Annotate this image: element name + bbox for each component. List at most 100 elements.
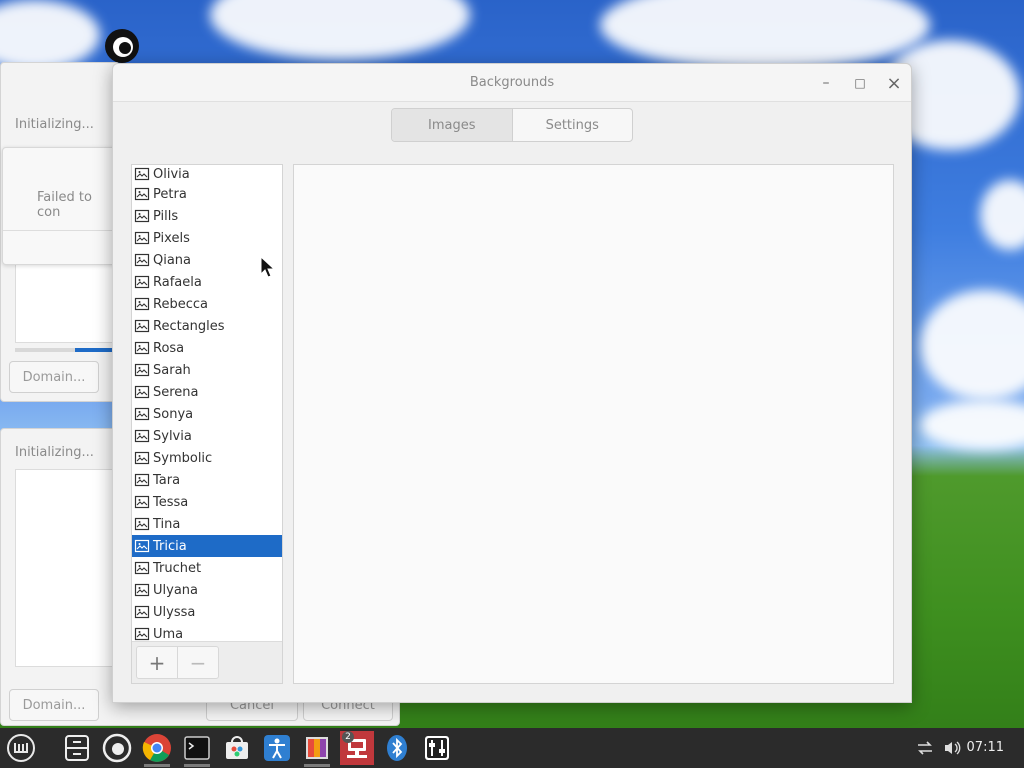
backgrounds-icon: [306, 737, 328, 759]
status-label: Initializing...: [15, 445, 94, 460]
tab-settings[interactable]: Settings: [513, 109, 633, 141]
taskbar-app-firefox[interactable]: [100, 731, 134, 765]
image-file-icon: [134, 604, 153, 620]
image-file-icon: [134, 538, 153, 554]
taskbar-app-accessibility[interactable]: [260, 731, 294, 765]
list-item-label: Ulyssa: [153, 604, 196, 620]
image-file-icon: [134, 186, 153, 202]
menu-button[interactable]: [4, 731, 38, 765]
minus-icon: −: [189, 650, 207, 675]
list-item[interactable]: Petra: [132, 183, 282, 205]
close-icon: ×: [886, 72, 902, 94]
taskbar-app-bluetooth[interactable]: [380, 731, 414, 765]
status-area: [15, 469, 125, 667]
list-item[interactable]: Ulyssa: [132, 601, 282, 623]
list-item[interactable]: Tricia: [132, 535, 282, 557]
list-item-label: Tina: [153, 516, 181, 532]
image-file-icon: [134, 406, 153, 422]
list-item-label: Rafaela: [153, 274, 202, 290]
list-item-label: Tara: [153, 472, 181, 488]
list-item[interactable]: Ulyana: [132, 579, 282, 601]
firefox-icon: [102, 733, 132, 763]
plus-icon: +: [148, 650, 166, 675]
list-item-label: Rebecca: [153, 296, 208, 312]
tab-images[interactable]: Images: [392, 109, 513, 141]
list-item[interactable]: Sonya: [132, 403, 282, 425]
cloud: [600, 0, 930, 70]
close-button[interactable]: ×: [883, 72, 905, 94]
list-item-label: Tessa: [153, 494, 189, 510]
image-file-icon: [134, 230, 153, 246]
background-preview-area[interactable]: [293, 164, 894, 684]
status-area: [15, 263, 125, 343]
list-item-label: Sylvia: [153, 428, 192, 444]
mint-menu-icon: [7, 734, 35, 762]
terminal-icon: [184, 736, 210, 760]
firefox-desktop-icon[interactable]: [102, 26, 142, 66]
image-file-icon: [134, 582, 153, 598]
remove-button[interactable]: −: [177, 646, 219, 679]
mouse-pointer-icon: [260, 255, 276, 282]
taskbar-app-terminal[interactable]: [180, 731, 214, 767]
list-item-label: Uma: [153, 626, 184, 642]
image-file-icon: [134, 626, 153, 641]
cloud: [920, 290, 1024, 400]
list-item[interactable]: Tara: [132, 469, 282, 491]
status-label: Initializing...: [15, 117, 94, 132]
list-item[interactable]: Olivia: [132, 165, 282, 183]
settings-icon: [425, 736, 449, 760]
accessibility-icon: [264, 735, 290, 761]
backgrounds-list[interactable]: Olivia Petra Pills Pixels Qiana Rafaela Rebecc…: [132, 165, 282, 641]
list-item[interactable]: Serena: [132, 381, 282, 403]
window-title: Backgrounds: [469, 75, 555, 90]
taskbar-app-backgrounds[interactable]: [300, 731, 334, 767]
domain-button[interactable]: Domain...: [9, 689, 99, 721]
list-item-label: Qiana: [153, 252, 192, 268]
maximize-button[interactable]: □: [849, 72, 871, 94]
list-item[interactable]: Symbolic: [132, 447, 282, 469]
error-dialog: Failed to con: [2, 147, 118, 265]
view-switcher: Images Settings: [391, 108, 633, 142]
list-item[interactable]: Pills: [132, 205, 282, 227]
dialog-divider: [3, 230, 117, 231]
taskbar-app-network[interactable]: 2: [340, 731, 374, 765]
taskbar-app-software[interactable]: [220, 731, 254, 765]
image-file-icon: [134, 428, 153, 444]
list-item[interactable]: Pixels: [132, 227, 282, 249]
cloud: [920, 400, 1024, 450]
volume-icon[interactable]: [940, 740, 964, 756]
network-transfer-icon[interactable]: [914, 740, 936, 756]
image-file-icon: [134, 384, 153, 400]
list-toolbar: + −: [132, 641, 282, 683]
list-item[interactable]: Rebecca: [132, 293, 282, 315]
list-item[interactable]: Truchet: [132, 557, 282, 579]
cloud: [210, 0, 470, 60]
taskbar: 2 07:11: [0, 728, 1024, 768]
list-item-label: Rectangles: [153, 318, 225, 334]
taskbar-app-chrome[interactable]: [140, 731, 174, 767]
domain-button[interactable]: Domain...: [9, 361, 99, 393]
progress-bar: [15, 348, 125, 352]
list-item-label: Pills: [153, 208, 179, 224]
title-bar[interactable]: Backgrounds – □ ×: [113, 64, 911, 102]
image-file-icon: [134, 340, 153, 356]
taskbar-app-settings[interactable]: [420, 731, 454, 765]
list-item-label: Sarah: [153, 362, 191, 378]
error-text: Failed to con: [37, 190, 92, 220]
cloud: [980, 180, 1024, 250]
list-item[interactable]: Tina: [132, 513, 282, 535]
clock[interactable]: 07:11: [967, 740, 1004, 755]
list-item[interactable]: Sarah: [132, 359, 282, 381]
image-file-icon: [134, 208, 153, 224]
list-item[interactable]: Rectangles: [132, 315, 282, 337]
list-item-label: Symbolic: [153, 450, 213, 466]
image-file-icon: [134, 472, 153, 488]
list-item[interactable]: Rosa: [132, 337, 282, 359]
list-item[interactable]: Uma: [132, 623, 282, 641]
taskbar-app-files[interactable]: [60, 731, 94, 765]
image-file-icon: [134, 494, 153, 510]
list-item[interactable]: Sylvia: [132, 425, 282, 447]
minimize-button[interactable]: –: [815, 72, 837, 94]
add-button[interactable]: +: [136, 646, 178, 679]
list-item[interactable]: Tessa: [132, 491, 282, 513]
